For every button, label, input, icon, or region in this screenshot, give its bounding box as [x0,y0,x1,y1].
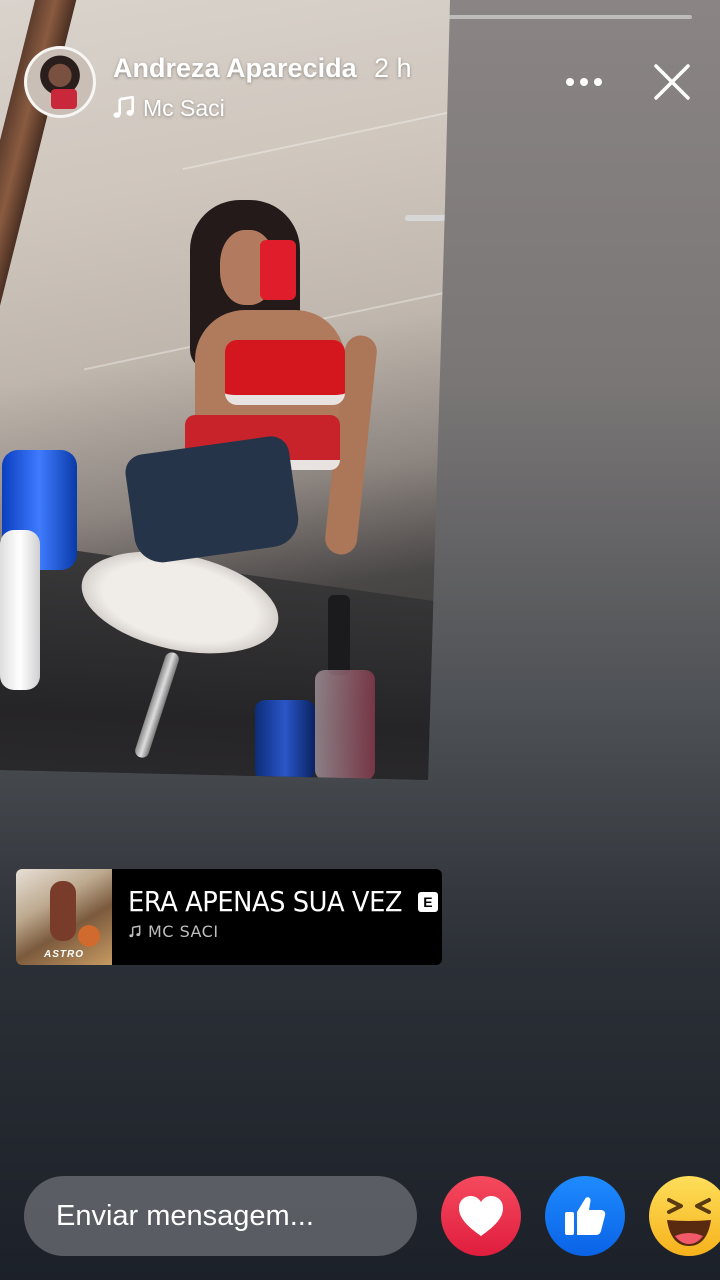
more-dot [594,78,602,86]
soap-bottle [315,670,375,780]
haha-emoji-icon [667,1198,711,1246]
heart-icon [459,1196,503,1236]
album-label: ASTRO [44,949,84,960]
sticker-artist: MC SACI [148,922,219,941]
story-music-info[interactable]: Mc Saci [111,94,225,122]
navy-bottle [255,700,315,780]
story-time-ago: 2 h [374,53,412,83]
story-music-artist: Mc Saci [143,94,225,121]
towel-bar [405,215,450,221]
avatar[interactable] [24,46,96,118]
music-note-icon [113,95,134,118]
heart-reaction-button[interactable] [441,1176,521,1256]
thumbs-up-icon [565,1197,606,1235]
story-user-name[interactable]: Andreza Aparecida [113,53,357,84]
music-note-icon [129,924,141,937]
white-bottle [0,530,40,690]
more-dots-icon [566,78,574,86]
more-options-button[interactable] [560,62,608,102]
haha-reaction-button[interactable] [649,1176,720,1256]
like-reaction-button[interactable] [545,1176,625,1256]
explicit-badge: E [417,891,438,912]
soap-pump [328,595,350,675]
message-input[interactable]: Enviar mensagem... [24,1176,417,1256]
song-title: ERA APENAS SUA VEZ [128,885,403,918]
music-sticker[interactable]: ASTRO ERA APENAS SUA VEZ E MC SACI [16,869,442,965]
person [120,190,379,570]
album-art: ASTRO [16,869,112,965]
close-icon[interactable] [648,58,696,106]
more-dot [580,78,588,86]
